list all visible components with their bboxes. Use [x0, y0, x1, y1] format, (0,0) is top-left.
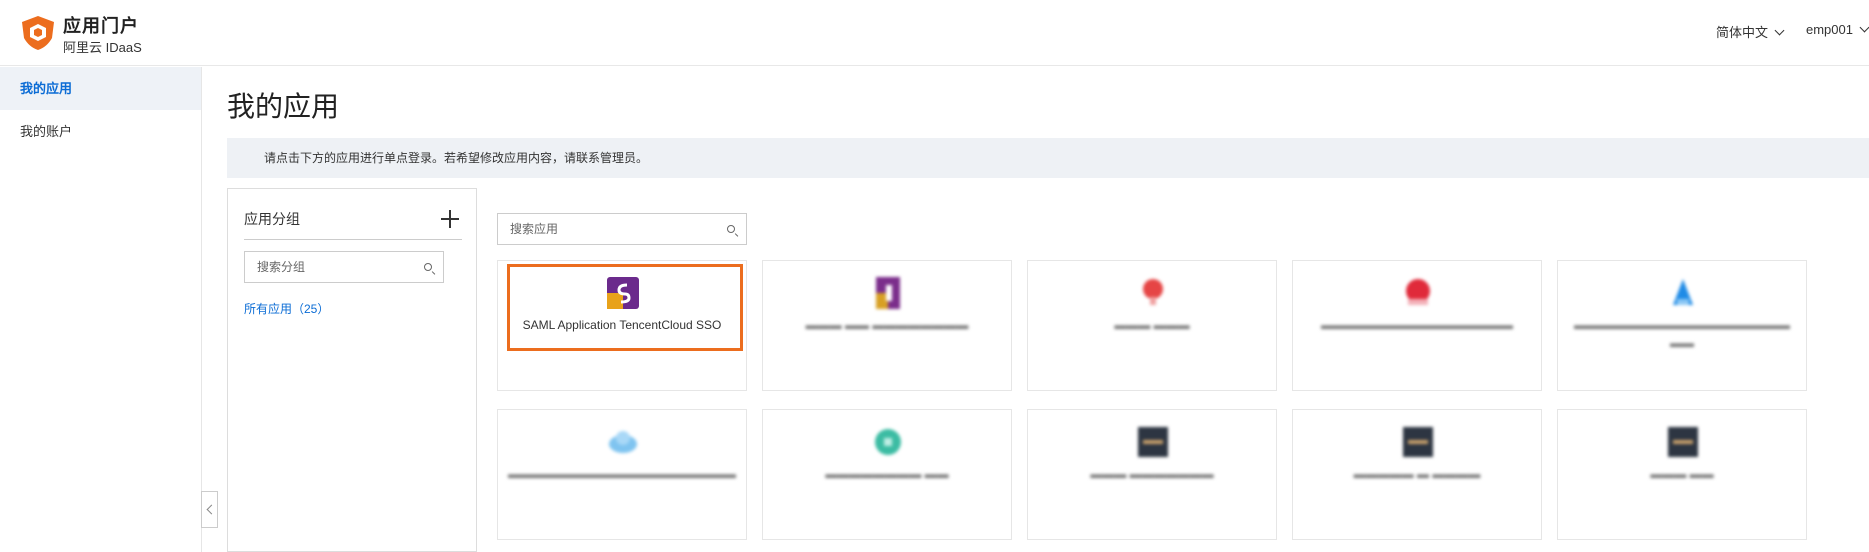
app-tile[interactable]: ▬▬▬▬▬▬▬▬▬▬▬▬▬▬▬▬▬▬ ▬▬ [1557, 260, 1807, 391]
notice-banner: 请点击下方的应用进行单点登录。若希望修改应用内容，请联系管理员。 [227, 138, 1869, 178]
app-search-input[interactable]: 搜索应用 [497, 213, 747, 245]
app-tile[interactable]: ▬▬▬ ▬▬▬▬▬▬▬ [1027, 409, 1277, 540]
sidebar-item-my-apps[interactable]: 我的应用 [0, 67, 201, 110]
cloud-icon [609, 431, 637, 453]
app-search-placeholder: 搜索应用 [510, 222, 559, 236]
app-name: ▬▬▬ ▬▬▬▬▬▬▬ [1090, 467, 1214, 481]
chevron-left-icon [206, 504, 217, 515]
page-title: 我的应用 [227, 91, 340, 122]
app-tile[interactable]: ▬▬▬▬▬▬▬▬▬▬▬▬▬▬▬▬ [1292, 260, 1542, 391]
app-name: ▬▬▬ ▬▬▬ [1114, 318, 1190, 332]
purple-app-icon [876, 277, 900, 309]
teal-app-icon [875, 429, 901, 455]
app-portal-title: 应用门户 [63, 16, 139, 36]
app-portal-logo-icon [22, 16, 54, 50]
group-panel-title: 应用分组 [244, 211, 300, 227]
top-header: 应用门户 阿里云 IDaaS 简体中文 emp001 [0, 0, 1869, 66]
app-tile[interactable]: ▬▬▬ ▬▬ ▬▬▬▬▬▬▬▬ [762, 260, 1012, 391]
divider [244, 239, 462, 240]
chevron-down-icon [1774, 25, 1785, 36]
search-icon[interactable] [727, 225, 735, 233]
user-menu[interactable]: emp001 [1806, 22, 1869, 37]
huawei-icon [1406, 279, 1430, 305]
language-label: 简体中文 [1716, 25, 1769, 40]
group-search-input[interactable]: 搜索分组 [244, 251, 444, 283]
app-name: ▬▬▬▬▬▬▬▬▬▬▬▬▬▬▬▬▬▬ ▬▬ [1574, 318, 1790, 350]
user-name: emp001 [1806, 22, 1853, 37]
add-group-icon[interactable] [441, 210, 459, 228]
dark-app-icon [1138, 427, 1168, 457]
app-group-panel: 应用分组 搜索分组 所有应用（25） [227, 188, 477, 552]
all-apps-group-link[interactable]: 所有应用（25） [244, 300, 329, 317]
app-name: ▬▬▬▬▬ ▬ ▬▬▬▬ [1353, 467, 1481, 481]
red-pin-icon [1143, 279, 1163, 305]
app-tile[interactable]: ▬▬▬ ▬▬ [1557, 409, 1807, 540]
app-tile[interactable]: ▬▬▬▬▬▬▬▬ ▬▬ [762, 409, 1012, 540]
app-tile[interactable]: ▬▬▬▬▬▬▬▬▬▬▬▬▬▬▬▬▬▬▬ [497, 409, 747, 540]
app-portal-subtitle: 阿里云 IDaaS [63, 40, 142, 55]
app-tile[interactable]: ▬▬▬▬▬ ▬ ▬▬▬▬ [1292, 409, 1542, 540]
app-name: ▬▬▬ ▬▬ [1650, 467, 1714, 481]
app-name: ▬▬▬ ▬▬ ▬▬▬▬▬▬▬▬ [805, 318, 969, 332]
group-search-placeholder: 搜索分组 [257, 260, 306, 274]
blue-flame-icon [1673, 279, 1693, 305]
language-selector[interactable]: 简体中文 [1716, 22, 1785, 41]
chevron-down-icon [1859, 22, 1869, 33]
sidebar: 我的应用 我的账户 [0, 67, 202, 552]
search-icon[interactable] [424, 263, 432, 271]
app-tile[interactable]: ▬▬▬ ▬▬▬ [1027, 260, 1277, 391]
sidebar-item-my-account[interactable]: 我的账户 [0, 110, 201, 153]
sidebar-collapse-button[interactable] [201, 491, 218, 528]
app-name: ▬▬▬▬▬▬▬▬▬▬▬▬▬▬▬▬ [1321, 318, 1513, 332]
selected-app-highlight [507, 264, 743, 351]
dark-app-icon [1403, 427, 1433, 457]
app-name: ▬▬▬▬▬▬▬▬ ▬▬ [825, 467, 949, 481]
app-name: ▬▬▬▬▬▬▬▬▬▬▬▬▬▬▬▬▬▬▬ [508, 467, 736, 481]
dark-app-icon [1668, 427, 1698, 457]
